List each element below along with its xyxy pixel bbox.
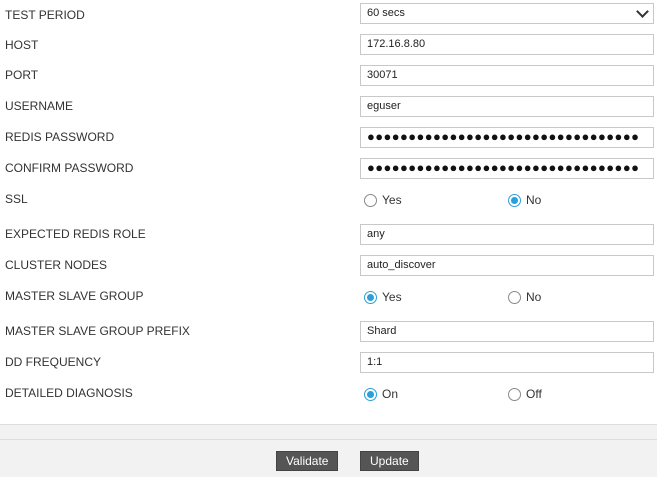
radio-on-icon	[508, 193, 521, 207]
footer-divider	[0, 439, 657, 440]
redis-password-label: REDIS PASSWORD	[5, 130, 115, 144]
expected-redis-role-label: EXPECTED REDIS ROLE	[5, 227, 146, 241]
expected-redis-role-input[interactable]: any	[360, 224, 654, 245]
validate-button[interactable]: Validate	[276, 451, 339, 471]
master-slave-group-prefix-input[interactable]: Shard	[360, 321, 654, 342]
radio-on-icon	[364, 290, 377, 304]
confirm-password-label: CONFIRM PASSWORD	[5, 161, 134, 175]
port-input[interactable]: 30071	[360, 65, 654, 86]
ssl-no-label: No	[526, 193, 542, 207]
username-label: USERNAME	[5, 99, 74, 113]
confirm-password-input[interactable]: ●●●●●●●●●●●●●●●●●●●●●●●●●●●●●●●●●	[360, 158, 654, 179]
radio-off-icon	[364, 193, 377, 207]
master-slave-group-yes-label: Yes	[382, 290, 402, 304]
cluster-nodes-input[interactable]: auto_discover	[360, 255, 654, 276]
master-slave-group-prefix-label: MASTER SLAVE GROUP PREFIX	[5, 324, 190, 338]
detailed-diagnosis-off-label: Off	[526, 387, 542, 401]
ssl-yes-label: Yes	[382, 193, 402, 207]
host-input[interactable]: 172.16.8.80	[360, 34, 654, 55]
host-label: HOST	[5, 38, 39, 52]
master-slave-group-no-label: No	[526, 290, 542, 304]
detailed-diagnosis-on-radio[interactable]: On	[364, 387, 398, 401]
update-button[interactable]: Update	[360, 451, 419, 471]
radio-on-icon	[364, 387, 377, 401]
username-input[interactable]: eguser	[360, 96, 654, 117]
master-slave-group-label: MASTER SLAVE GROUP	[5, 289, 144, 303]
test-period-value: 60 secs	[367, 7, 405, 19]
ssl-yes-radio[interactable]: Yes	[364, 193, 402, 207]
radio-off-icon	[508, 387, 521, 401]
form-footer: Validate Update	[0, 424, 657, 477]
chevron-down-icon	[636, 5, 649, 18]
dd-frequency-label: DD FREQUENCY	[5, 355, 102, 369]
ssl-no-radio[interactable]: No	[508, 193, 541, 207]
config-form: TEST PERIOD 60 secs HOST 172.16.8.80 POR…	[0, 0, 657, 424]
port-label: PORT	[5, 68, 39, 82]
master-slave-group-no-radio[interactable]: No	[508, 290, 541, 304]
dd-frequency-input[interactable]: 1:1	[360, 352, 654, 373]
detailed-diagnosis-off-radio[interactable]: Off	[508, 387, 542, 401]
cluster-nodes-label: CLUSTER NODES	[5, 258, 108, 272]
ssl-label: SSL	[5, 192, 28, 206]
radio-off-icon	[508, 290, 521, 304]
redis-password-input[interactable]: ●●●●●●●●●●●●●●●●●●●●●●●●●●●●●●●●●	[360, 127, 654, 148]
detailed-diagnosis-label: DETAILED DIAGNOSIS	[5, 386, 133, 400]
test-period-label: TEST PERIOD	[5, 8, 85, 22]
detailed-diagnosis-on-label: On	[382, 387, 399, 401]
master-slave-group-yes-radio[interactable]: Yes	[364, 290, 402, 304]
test-period-select[interactable]: 60 secs	[360, 3, 654, 24]
